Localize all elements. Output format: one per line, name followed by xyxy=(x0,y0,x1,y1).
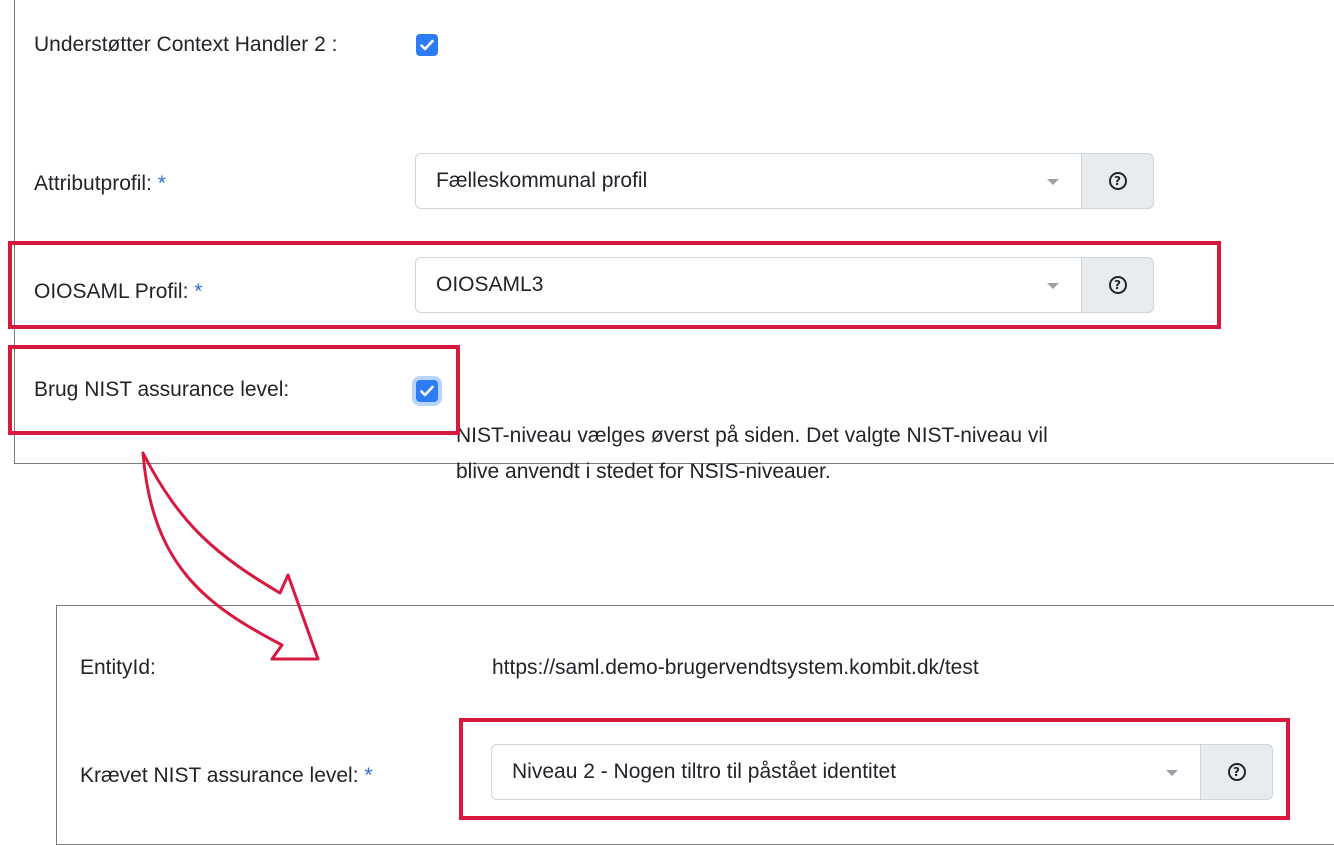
context-handler-label: Understøtter Context Handler 2 : xyxy=(34,33,338,56)
nist-help-text-line2: blive anvendt i stedet for NSIS-niveauer… xyxy=(456,460,831,483)
attribute-profile-help-button[interactable]: ? xyxy=(1081,153,1154,209)
nist-checkbox-highlight-box xyxy=(8,345,460,435)
attribute-profile-value: Fælleskommunal profil xyxy=(436,169,648,192)
oiosaml-highlight-box xyxy=(8,241,1221,329)
entity-id-value: https://saml.demo-brugervendtsystem.komb… xyxy=(492,656,979,679)
nist-help-text: NIST-niveau vælges øverst på siden. Det … xyxy=(456,418,1316,490)
required-nist-label: Krævet NIST assurance level: * xyxy=(80,764,373,787)
curved-arrow-down-right-icon xyxy=(141,451,320,661)
required-nist-highlight-box xyxy=(459,718,1290,820)
question-circle-icon: ? xyxy=(1108,172,1127,190)
chevron-down-icon xyxy=(1047,179,1059,185)
nist-help-text-line1: NIST-niveau vælges øverst på siden. Det … xyxy=(456,424,1048,447)
context-handler-checkbox[interactable] xyxy=(416,34,438,56)
attribute-profile-label: Attributprofil: * xyxy=(34,172,166,195)
required-asterisk: * xyxy=(157,172,166,195)
checkmark-icon xyxy=(420,39,434,51)
attribute-profile-select[interactable]: Fælleskommunal profil xyxy=(415,153,1082,209)
required-asterisk: * xyxy=(364,764,373,787)
